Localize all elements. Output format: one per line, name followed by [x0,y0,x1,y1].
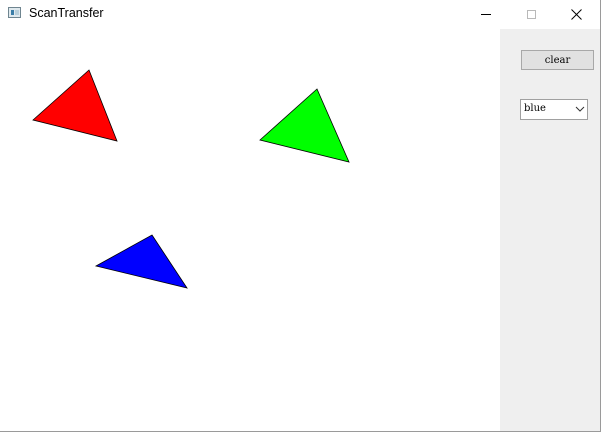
minimize-icon [481,14,491,15]
app-window-icon [8,7,21,18]
maximize-button[interactable] [508,0,554,29]
close-button[interactable] [553,0,599,29]
chevron-down-icon [575,106,585,112]
drawing-canvas[interactable] [0,29,500,431]
blue-triangle [94,234,188,289]
maximize-icon [526,10,536,19]
green-triangle [259,88,350,163]
window-title: ScanTransfer [29,6,104,20]
close-icon [570,9,582,20]
app-window: ScanTransfer clear blue [0,0,601,432]
color-select-value: blue [524,103,546,114]
minimize-button[interactable] [463,0,509,29]
color-select[interactable]: blue [520,99,588,120]
control-panel: clear blue [500,29,600,431]
clear-button[interactable]: clear [521,50,594,70]
red-triangle [32,69,118,142]
title-bar[interactable]: ScanTransfer [0,0,600,29]
